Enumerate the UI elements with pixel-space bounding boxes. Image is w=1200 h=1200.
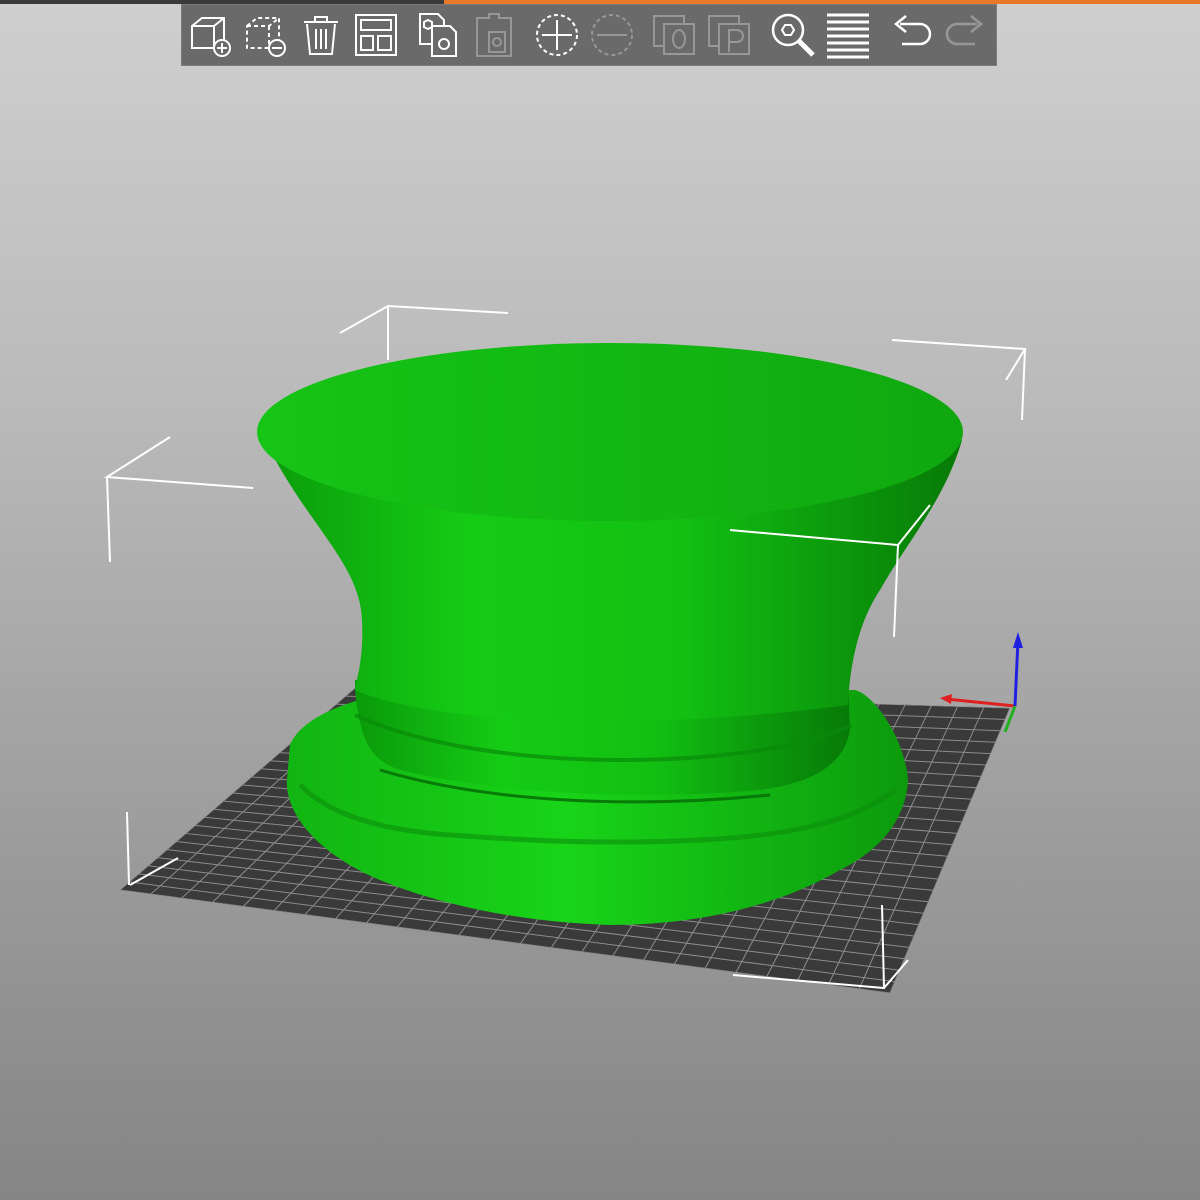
3d-model[interactable] bbox=[257, 343, 963, 925]
delete-object-icon bbox=[246, 17, 286, 57]
delete-all-icon bbox=[304, 16, 338, 55]
delete-object-button[interactable] bbox=[240, 9, 292, 61]
arrange-button[interactable] bbox=[350, 9, 402, 61]
scene-canvas[interactable] bbox=[0, 66, 1200, 1200]
split-to-parts-button[interactable] bbox=[704, 9, 756, 61]
copy-icon bbox=[419, 13, 457, 57]
undo-button[interactable] bbox=[885, 9, 937, 61]
add-instance-button[interactable] bbox=[531, 9, 583, 61]
paste-button[interactable] bbox=[468, 9, 520, 61]
split-to-parts-icon bbox=[708, 15, 750, 55]
add-object-button[interactable] bbox=[185, 9, 237, 61]
add-instance-icon bbox=[536, 14, 578, 56]
split-to-objects-button[interactable] bbox=[649, 9, 701, 61]
layers-editing-button[interactable] bbox=[822, 9, 874, 61]
search-icon bbox=[771, 13, 815, 57]
x-axis bbox=[945, 697, 1016, 708]
redo-icon bbox=[945, 15, 984, 46]
paste-icon bbox=[476, 13, 512, 57]
split-to-objects-icon bbox=[653, 15, 695, 55]
3d-viewport[interactable] bbox=[0, 66, 1200, 1200]
copy-button[interactable] bbox=[413, 9, 465, 61]
undo-icon bbox=[893, 15, 932, 46]
add-object-icon bbox=[191, 17, 231, 57]
search-button[interactable] bbox=[767, 9, 819, 61]
model-top-face bbox=[257, 343, 963, 521]
arrange-icon bbox=[355, 14, 397, 56]
remove-instance-button[interactable] bbox=[586, 9, 638, 61]
top-toolbar bbox=[181, 4, 997, 66]
remove-instance-icon bbox=[591, 14, 633, 56]
redo-button[interactable] bbox=[940, 9, 992, 61]
layers-editing-icon bbox=[827, 13, 869, 59]
z-axis bbox=[1013, 639, 1020, 707]
delete-all-button[interactable] bbox=[295, 9, 347, 61]
